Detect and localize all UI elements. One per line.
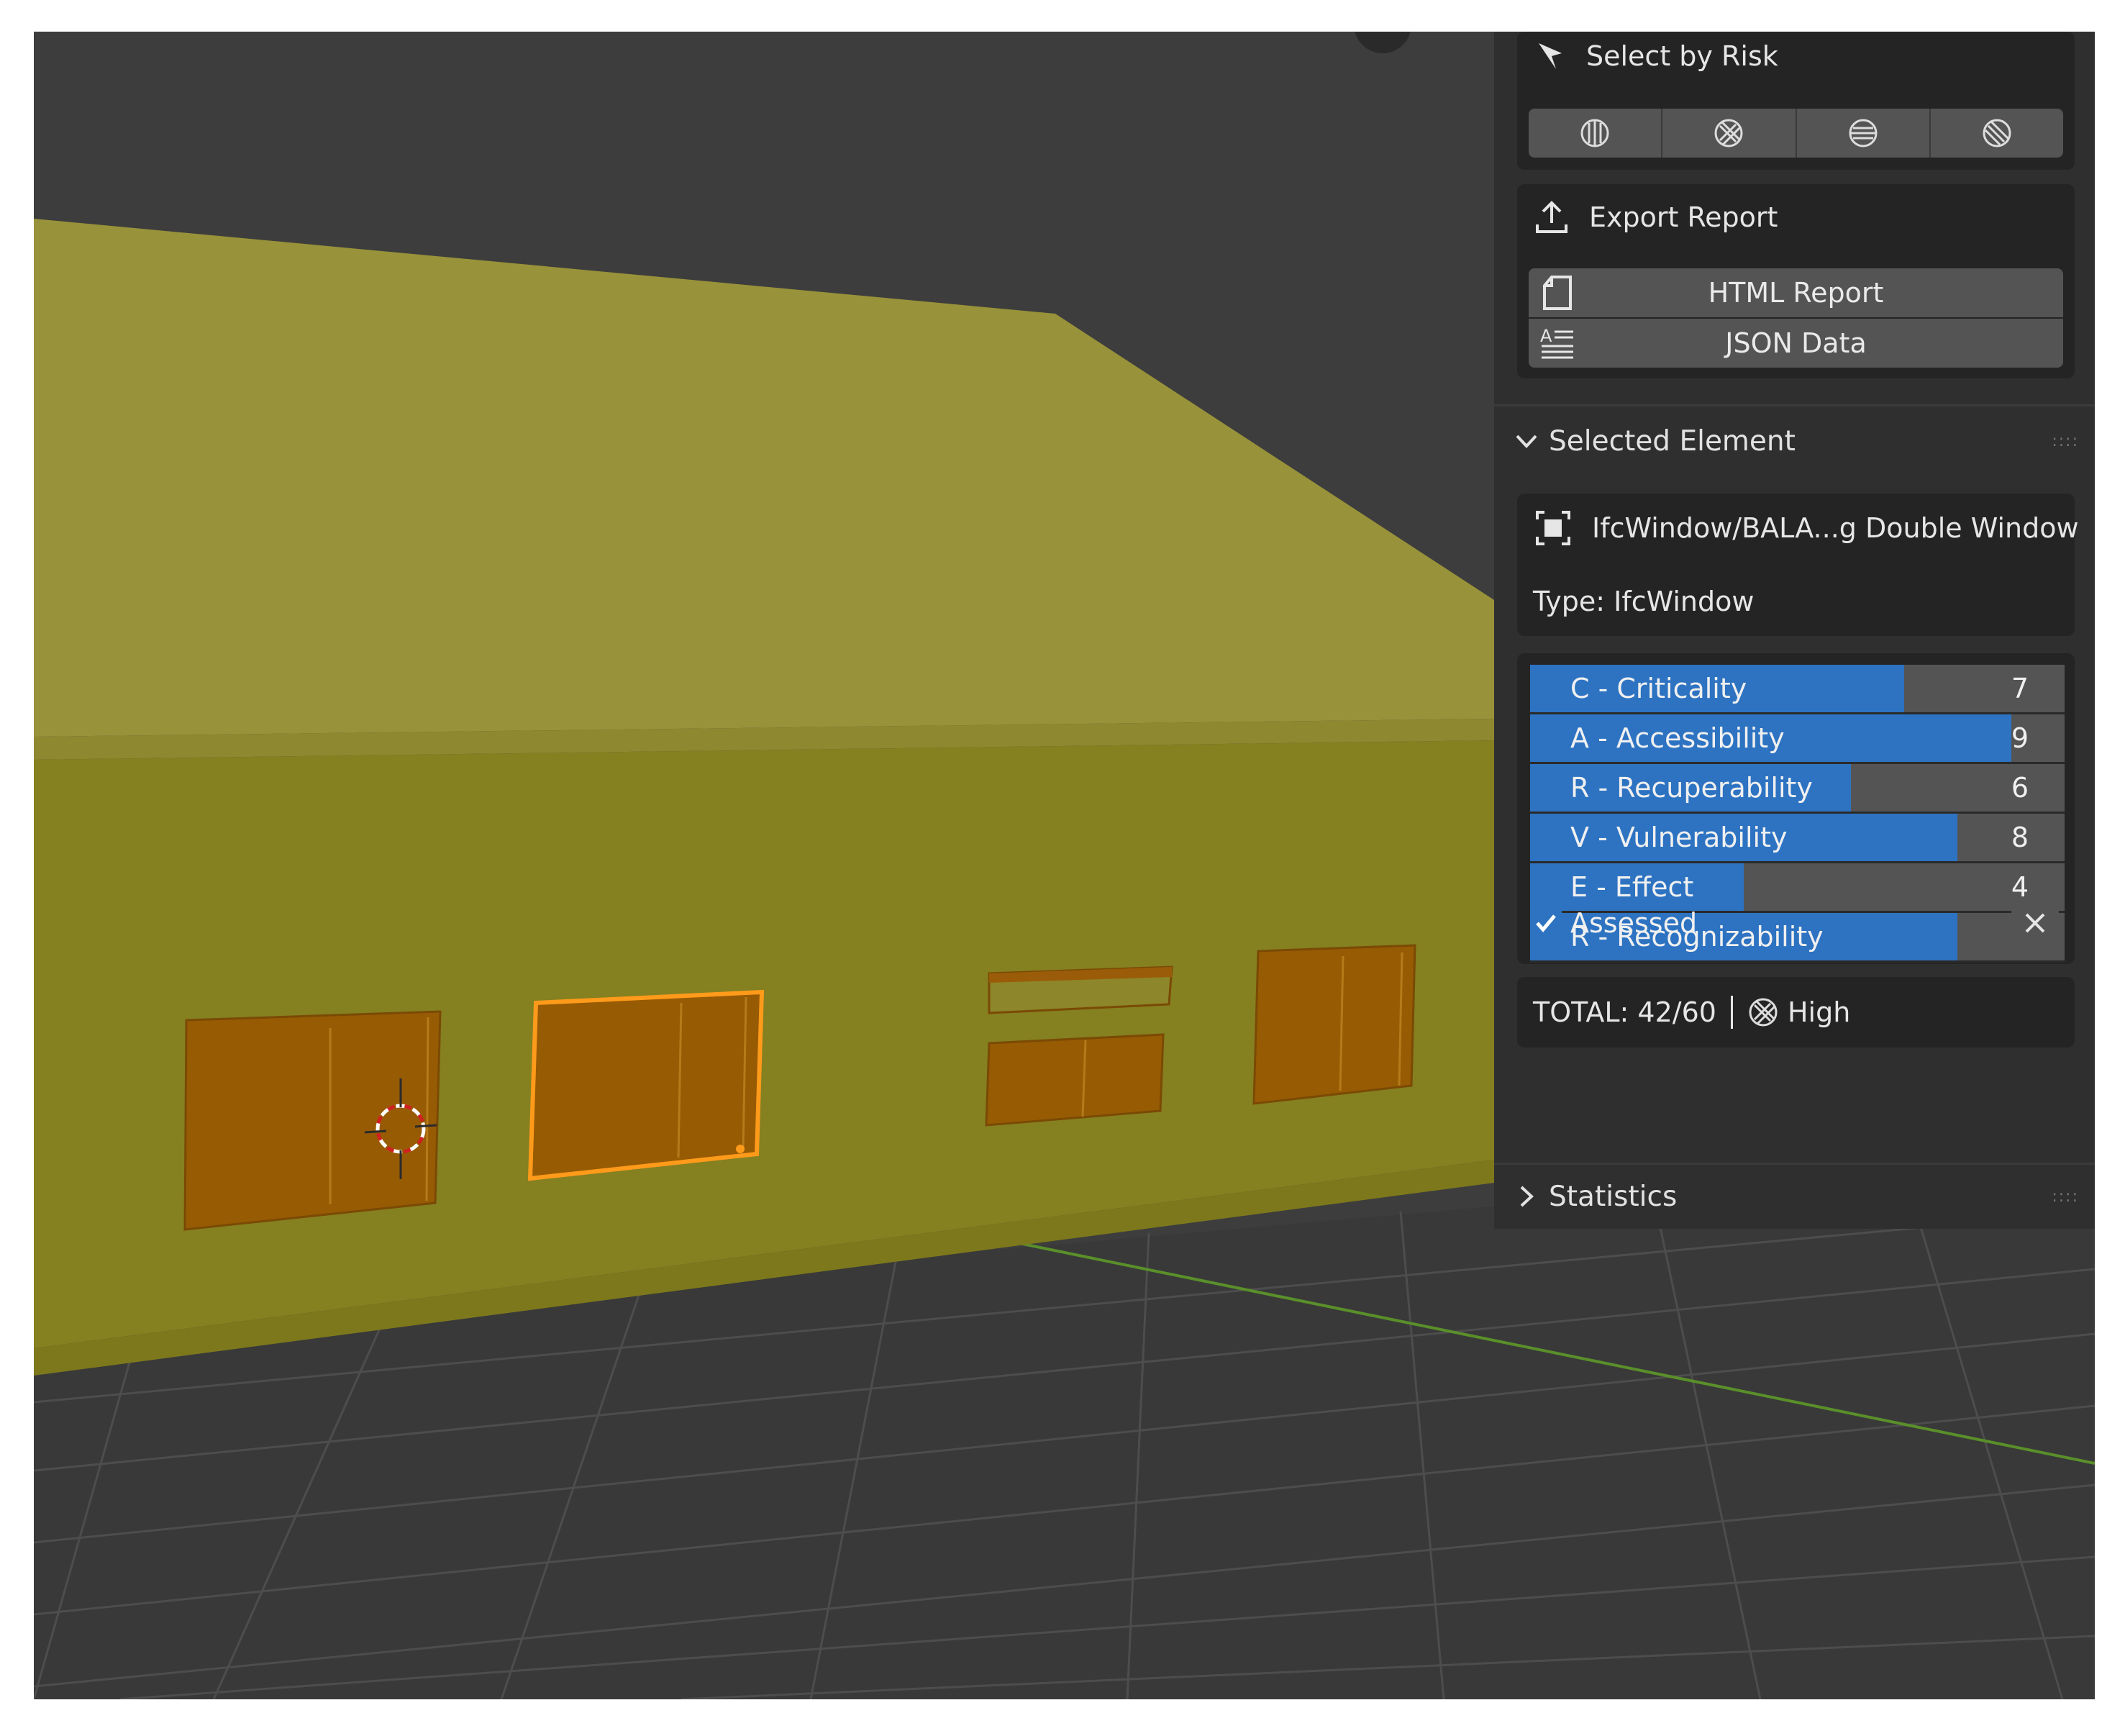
window-2-selected[interactable] (527, 989, 765, 1181)
html-report-button[interactable]: HTML Report (1529, 268, 2063, 317)
risk-very-high-button[interactable] (1529, 109, 1663, 158)
window-1[interactable] (183, 1010, 442, 1231)
risk-cross-hatch-icon (1749, 998, 1778, 1027)
checkmark-icon (1536, 914, 1556, 932)
score-row[interactable]: A - Accessibility 9 (1530, 714, 2065, 764)
selected-element-header[interactable]: Selected Element :::: (1494, 409, 2095, 473)
sidebar-panel: Select by Risk Export Report HTML Report… (1494, 32, 2095, 1229)
close-icon (2025, 913, 2045, 933)
statistics-header[interactable]: Statistics :::: (1494, 1164, 2095, 1229)
selected-element-title: Selected Element (1549, 424, 1796, 458)
assessed-checkbox-row[interactable]: Assessed (1530, 901, 1697, 945)
select-by-risk-title: Select by Risk (1534, 40, 1778, 72)
assessed-label: Assessed (1570, 907, 1698, 939)
element-name: IfcWindow/BALA...g Double Window (1592, 512, 2079, 544)
total-score: TOTAL: 42/60 (1533, 996, 1716, 1028)
svg-text:A: A (1540, 326, 1552, 346)
score-value: 6 (2011, 772, 2029, 804)
cursor-arrow-icon (1539, 43, 1562, 69)
score-value: 8 (2011, 822, 2029, 853)
score-label: A - Accessibility (1570, 722, 1785, 754)
select-by-risk-label: Select by Risk (1586, 40, 1778, 72)
risk-high-button[interactable] (1662, 109, 1797, 158)
total-box: TOTAL: 42/60 High (1517, 977, 2075, 1047)
drag-grip-icon[interactable]: :::: (2052, 1188, 2079, 1206)
score-row[interactable]: R - Recuperability 6 (1530, 764, 2065, 814)
score-value: 9 (2011, 722, 2029, 754)
scores-box: C - Criticality 7 A - Accessibility 9 R - Re… (1517, 653, 2075, 964)
window-4[interactable] (1252, 944, 1416, 1105)
window-1-frame-line (425, 1017, 429, 1201)
drag-grip-icon[interactable]: :::: (2052, 432, 2079, 450)
risk-medium-button[interactable] (1797, 109, 1931, 158)
score-row[interactable]: C - Criticality 7 (1530, 665, 2065, 714)
separator (1730, 996, 1733, 1029)
score-label: V - Vulnerability (1570, 822, 1788, 853)
select-by-risk-box: Select by Risk (1517, 32, 2075, 170)
file-icon (1543, 276, 1572, 310)
json-data-button[interactable]: A JSON Data (1529, 319, 2063, 368)
score-label: C - Criticality (1570, 673, 1747, 704)
element-type: Type: IfcWindow (1533, 586, 1755, 617)
total-row: TOTAL: 42/60 High (1533, 977, 1850, 1047)
score-label: R - Recuperability (1570, 772, 1813, 804)
assessed-checkbox[interactable] (1530, 907, 1562, 939)
panel-divider (1494, 404, 2095, 406)
risk-horizontal-hatch-icon (1849, 119, 1878, 147)
risk-cross-hatch-icon (1714, 119, 1743, 147)
risk-diagonal-hatch-icon (1983, 119, 2011, 147)
score-value: 7 (2011, 673, 2029, 704)
blender-window: Select by Risk Export Report HTML Report… (34, 32, 2095, 1699)
export-report-box: Export Report HTML Report A JSON Data (1517, 184, 2075, 378)
risk-level: High (1787, 996, 1851, 1028)
export-report-label: Export Report (1589, 201, 1778, 233)
json-data-label: JSON Data (1725, 327, 1867, 359)
export-report-title: Export Report (1534, 199, 1778, 236)
chevron-down-icon (1516, 435, 1537, 448)
score-row[interactable]: V - Vulnerability 8 (1530, 814, 2065, 863)
window-3-lower[interactable] (985, 1033, 1165, 1127)
html-report-label: HTML Report (1708, 277, 1884, 309)
risk-vertical-hatch-icon (1580, 119, 1609, 147)
export-icon (1536, 201, 1567, 233)
window-2-origin (736, 1145, 745, 1153)
object-select-icon (1536, 511, 1570, 545)
clear-assessment-button[interactable] (2011, 899, 2059, 947)
risk-low-button[interactable] (1931, 109, 2063, 158)
risk-button-row (1529, 109, 2063, 158)
element-info-box: IfcWindow/BALA...g Double Window Type: I… (1517, 494, 2079, 636)
element-name-row: IfcWindow/BALA...g Double Window (1534, 509, 2079, 547)
text-data-icon: A (1540, 326, 1573, 359)
chevron-right-icon (1520, 1186, 1534, 1207)
statistics-title: Statistics (1549, 1180, 1678, 1213)
